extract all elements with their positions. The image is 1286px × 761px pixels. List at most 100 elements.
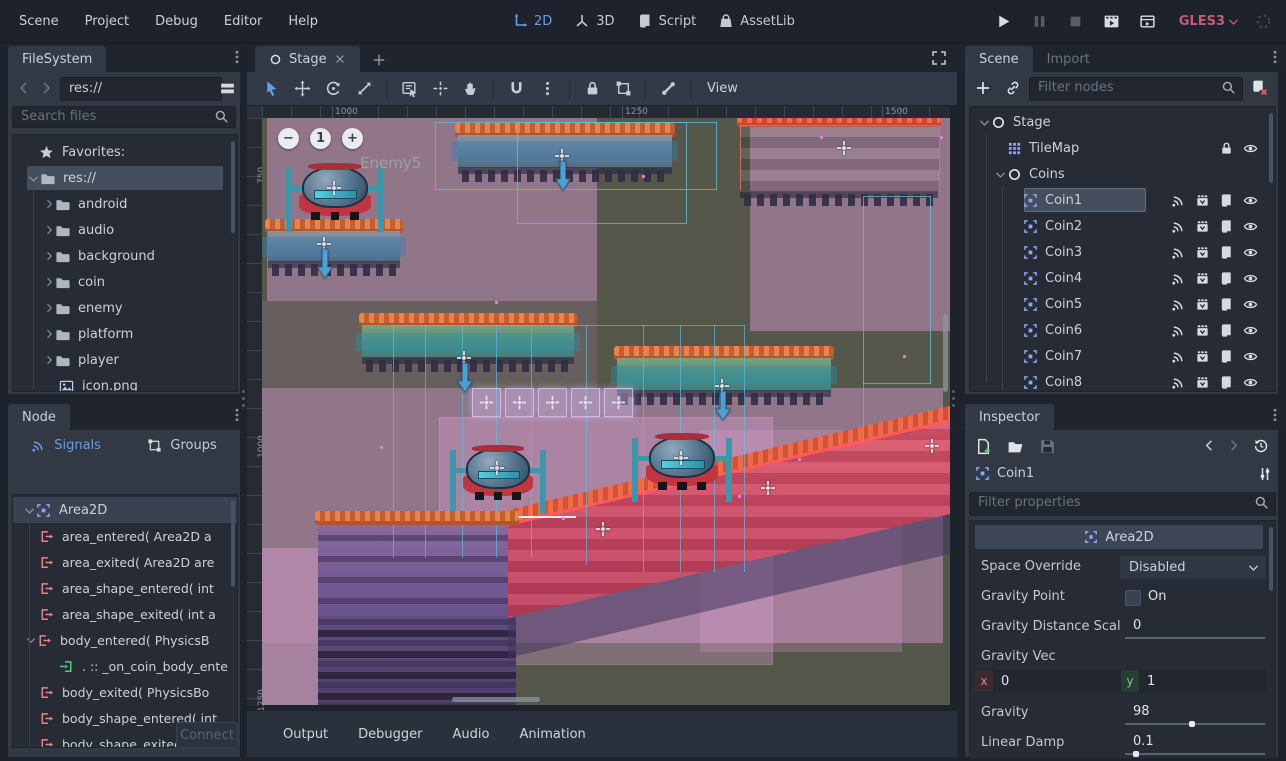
add-node-icon[interactable]	[975, 80, 991, 96]
current-path-field[interactable]: res://	[60, 77, 222, 101]
scene-tree-row-coin1[interactable]: Coin1	[970, 187, 1275, 213]
eye-button-icon[interactable]	[1243, 349, 1258, 364]
mode-assetlib-button[interactable]: AssetLib	[718, 13, 795, 29]
mode-script-button[interactable]: Script	[637, 13, 697, 29]
y-value[interactable]: 1	[1147, 674, 1155, 689]
node-gizmo[interactable]	[595, 521, 611, 537]
tab-groups[interactable]: Groups	[147, 438, 216, 453]
script-button-icon[interactable]	[1219, 375, 1234, 390]
eye-button-icon[interactable]	[1243, 375, 1258, 390]
chevron-down-icon[interactable]	[23, 504, 36, 517]
nav-forward-icon[interactable]	[38, 80, 54, 96]
signal-button-icon[interactable]	[1171, 323, 1186, 338]
renderer-select[interactable]: GLES3	[1179, 14, 1240, 29]
signal-root-row[interactable]: Area2D	[13, 497, 237, 523]
viewport-canvas[interactable]: Enemy5−1+	[262, 118, 950, 705]
group-button-icon[interactable]	[1195, 323, 1210, 338]
tab-import[interactable]: Import	[1033, 46, 1104, 72]
new-resource-icon[interactable]	[975, 438, 992, 455]
eye-button-icon[interactable]	[1243, 219, 1258, 234]
connect-button[interactable]: Connect	[176, 722, 238, 748]
signal-row[interactable]: body_exited( PhysicsBo	[13, 679, 237, 705]
zoom-out-button[interactable]: −	[278, 128, 299, 149]
inspector-scrollbar[interactable]	[1269, 527, 1273, 591]
signal-button-icon[interactable]	[1171, 297, 1186, 312]
dock-splitter[interactable]	[241, 390, 246, 407]
scene-tree-row-tilemap[interactable]: TileMap	[970, 135, 1275, 161]
scene-tree-row-coin4[interactable]: Coin4	[970, 265, 1275, 291]
scene-tree-row-coins[interactable]: Coins	[970, 161, 1275, 187]
slider-track[interactable]	[1125, 723, 1265, 725]
selection-handle[interactable]	[378, 168, 384, 232]
signal-row[interactable]: body_entered( PhysicsB	[13, 627, 237, 653]
filesystem-scrollbar[interactable]	[231, 141, 235, 233]
save-resource-icon[interactable]	[1039, 438, 1056, 455]
pause-button[interactable]	[1027, 8, 1053, 34]
chevron-down-icon[interactable]	[994, 168, 1007, 181]
node-gizmo[interactable]	[326, 180, 342, 196]
slider-track[interactable]	[1125, 753, 1265, 755]
scene-tree-row-coin8[interactable]: Coin8	[970, 369, 1275, 392]
group-button-icon[interactable]	[1195, 271, 1210, 286]
tab-filesystem[interactable]: FileSystem	[8, 46, 106, 72]
chevron-right-icon[interactable]	[43, 250, 55, 262]
zoom-reset-button[interactable]: 1	[310, 128, 331, 149]
filter-properties-input[interactable]: Filter properties	[969, 492, 1276, 516]
chevron-right-icon[interactable]	[43, 354, 55, 366]
slider-grabber[interactable]	[1189, 721, 1195, 727]
history-back-icon[interactable]	[1202, 438, 1217, 453]
scene-tree-row-coin5[interactable]: Coin5	[970, 291, 1275, 317]
connected-method-row[interactable]: . :: _on_coin_body_ente	[13, 653, 237, 679]
group-button-icon[interactable]	[1195, 193, 1210, 208]
node-gizmo[interactable]	[760, 480, 776, 496]
group-button-icon[interactable]	[1195, 349, 1210, 364]
selection-handle[interactable]	[450, 450, 456, 514]
signal-button-icon[interactable]	[1171, 375, 1186, 390]
number-value[interactable]: 98	[1133, 704, 1150, 719]
tree-row-android[interactable]: android	[13, 191, 237, 217]
signal-row[interactable]: area_entered( Area2D a	[13, 523, 237, 549]
eye-button-icon[interactable]	[1243, 271, 1258, 286]
script-button-icon[interactable]	[1219, 297, 1234, 312]
tree-row-audio[interactable]: audio	[13, 217, 237, 243]
skeleton-options-button[interactable]	[656, 77, 680, 101]
signals-scrollbar[interactable]	[231, 501, 235, 587]
snap-options-menu[interactable]	[535, 77, 559, 101]
scene-panel-menu-icon[interactable]	[1267, 49, 1283, 65]
scene-tree-row-coin2[interactable]: Coin2	[970, 213, 1275, 239]
filter-nodes-input[interactable]: Filter nodes	[1029, 77, 1243, 101]
nav-back-icon[interactable]	[16, 80, 32, 96]
object-tools-icon[interactable]	[1257, 466, 1273, 482]
chevron-right-icon[interactable]	[43, 302, 55, 314]
view-menu[interactable]: View	[707, 81, 738, 96]
scene-tree-row-stage[interactable]: Stage	[970, 109, 1275, 135]
lock-button-icon[interactable]	[1219, 141, 1234, 156]
tree-row-icon-png[interactable]: icon.png	[13, 373, 237, 392]
tree-row[interactable]: Favorites:	[13, 139, 237, 165]
script-button-icon[interactable]	[1219, 193, 1234, 208]
canvas-hscrollbar[interactable]	[452, 697, 540, 702]
tree-row-res-root[interactable]: res://	[13, 165, 237, 191]
bottom-panel-debugger[interactable]: Debugger	[358, 727, 422, 742]
x-value[interactable]: 0	[1001, 674, 1009, 689]
script-button-icon[interactable]	[1219, 323, 1234, 338]
history-forward-icon[interactable]	[1226, 438, 1241, 453]
signal-button-icon[interactable]	[1171, 245, 1186, 260]
node-gizmo[interactable]	[489, 460, 505, 476]
new-scene-tab-icon[interactable]	[372, 52, 386, 67]
scene-tree-row-coin6[interactable]: Coin6	[970, 317, 1275, 343]
coin-node[interactable]	[571, 388, 600, 417]
coin-node[interactable]	[604, 388, 633, 417]
tree-row-platform[interactable]: platform	[13, 321, 237, 347]
menu-scene[interactable]: Scene	[6, 0, 72, 42]
selection-handle[interactable]	[726, 438, 732, 502]
signal-row[interactable]: area_exited( Area2D are	[13, 549, 237, 575]
tree-row-enemy[interactable]: enemy	[13, 295, 237, 321]
node-panel-menu-icon[interactable]	[229, 407, 245, 423]
number-value[interactable]: 0	[1133, 618, 1141, 633]
coin-node[interactable]	[538, 388, 567, 417]
dock-splitter[interactable]	[951, 390, 956, 407]
signal-button-icon[interactable]	[1171, 219, 1186, 234]
snap-toggle[interactable]	[504, 77, 528, 101]
distraction-free-icon[interactable]	[931, 50, 947, 66]
